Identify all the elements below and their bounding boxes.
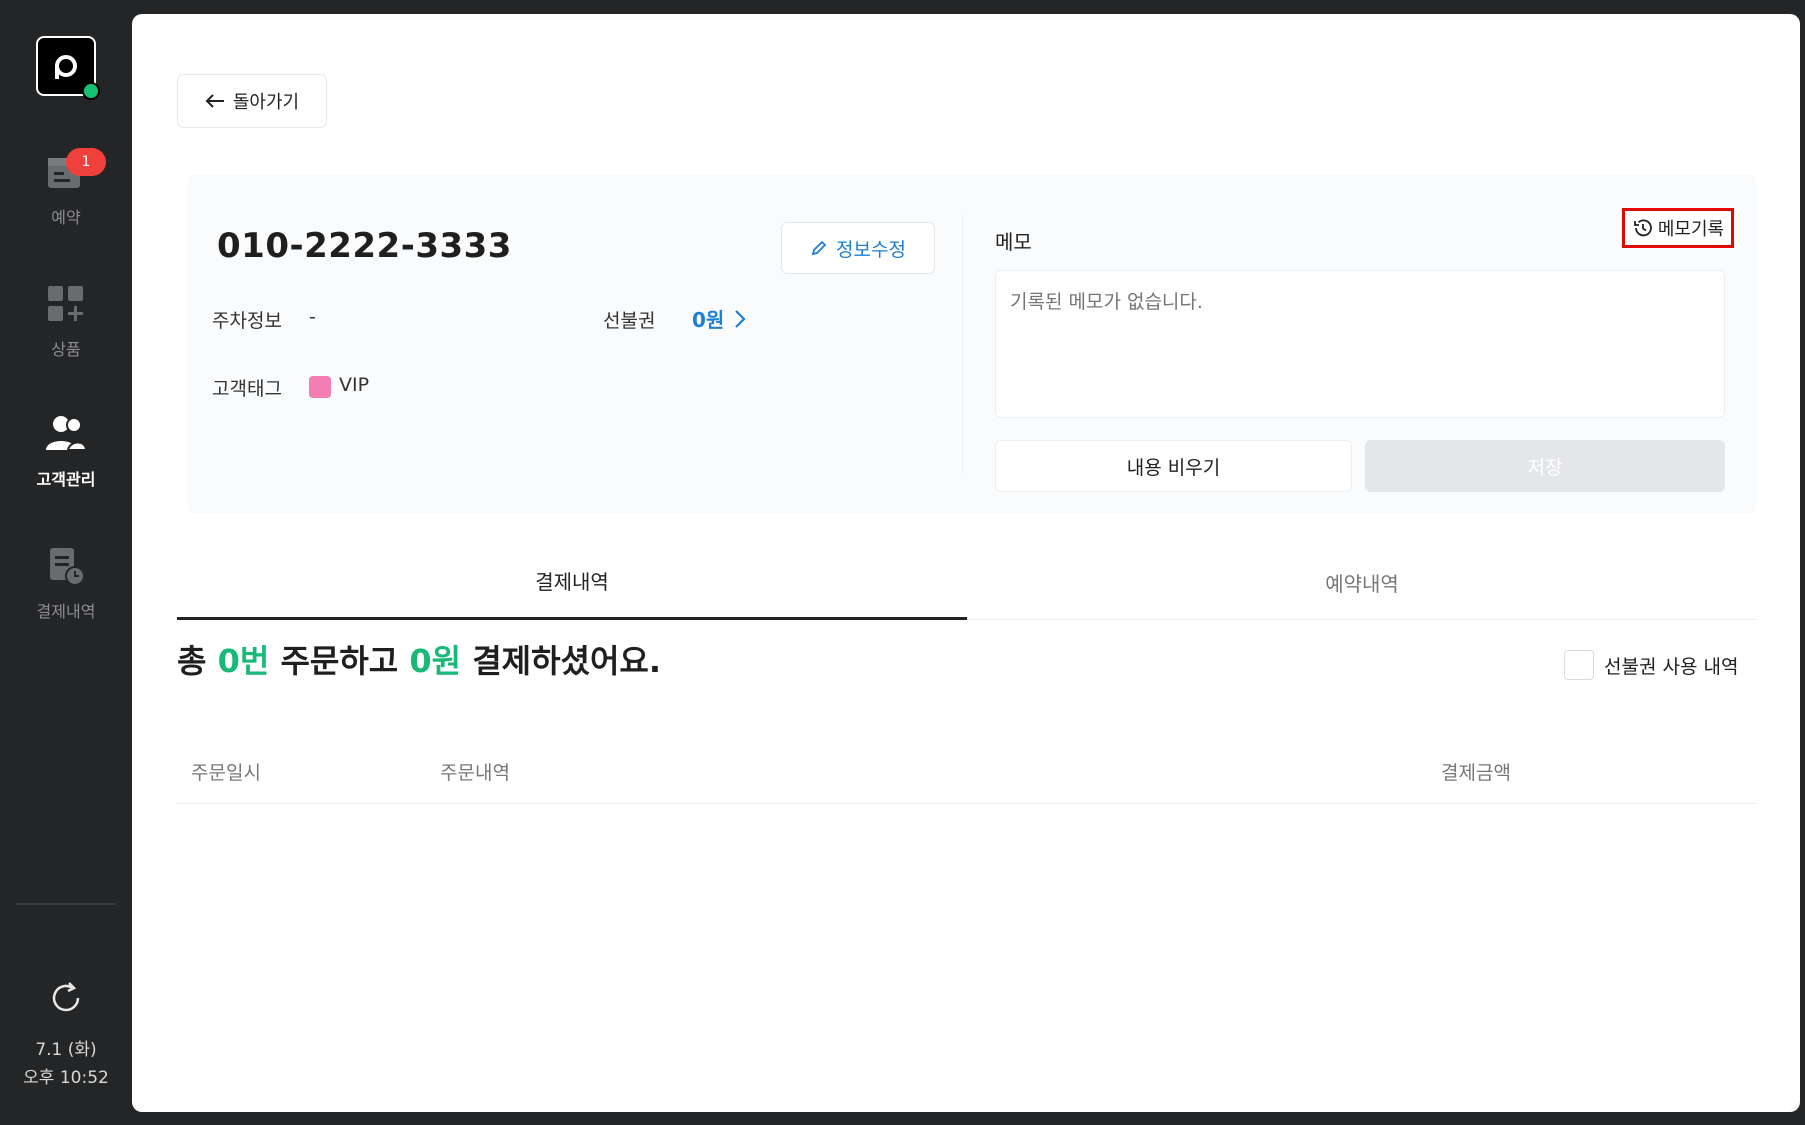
column-header-order-details: 주문내역 xyxy=(440,762,510,784)
prepaid-usage-checkbox[interactable] xyxy=(1564,650,1594,680)
order-summary: 총 0번 주문하고 0원 결제하셨어요. xyxy=(177,636,661,682)
clock-time: 오후 10:52 xyxy=(23,1068,109,1088)
sidebar-item-label: 상품 xyxy=(51,340,81,359)
tab-payment-history[interactable]: 결제내역 xyxy=(177,544,967,620)
clock: 7.1 (화) 오후 10:52 xyxy=(0,1036,132,1092)
column-header-payment-amount: 결제금액 xyxy=(1441,762,1511,784)
sidebar-item-customers[interactable]: 고객관리 xyxy=(0,412,132,490)
parking-label: 주차정보 xyxy=(212,310,282,332)
summary-suffix: 결제하셨어요. xyxy=(472,642,662,680)
back-button[interactable]: 돌아가기 xyxy=(177,74,327,128)
chevron-right-icon xyxy=(735,309,746,328)
prepaid-label: 선불권 xyxy=(603,310,656,332)
edit-info-button[interactable]: 정보수정 xyxy=(781,222,935,274)
prepaid-usage-label: 선불권 사용 내역 xyxy=(1604,655,1739,678)
summary-prefix: 총 xyxy=(177,642,207,680)
customer-phone: 010-2222-3333 xyxy=(217,226,512,266)
prepaid-usage-filter[interactable]: 선불권 사용 내역 xyxy=(1564,650,1738,680)
memo-title: 메모 xyxy=(995,230,1032,254)
sidebar-item-products[interactable]: 상품 xyxy=(0,282,132,360)
users-icon xyxy=(46,416,88,451)
customer-tag-value: VIP xyxy=(339,374,370,396)
prepaid-value: 0원 xyxy=(692,308,725,332)
grid-plus-icon xyxy=(48,286,83,321)
orders-table-header: 주문일시 주문내역 결제금액 xyxy=(177,736,1757,804)
clock-date: 7.1 (화) xyxy=(35,1040,97,1060)
logo-icon xyxy=(55,55,77,79)
notification-badge: 1 xyxy=(66,148,106,176)
save-memo-button[interactable]: 저장 xyxy=(1365,440,1725,492)
memo-history-button[interactable]: 메모기록 xyxy=(1622,208,1734,248)
pencil-icon xyxy=(811,240,827,256)
summary-middle: 주문하고 xyxy=(280,642,399,680)
prepaid-link[interactable]: 0원 xyxy=(692,304,746,333)
tab-reservation-history[interactable]: 예약내역 xyxy=(967,544,1757,620)
online-status-dot xyxy=(82,82,100,100)
clear-memo-button[interactable]: 내용 비우기 xyxy=(995,440,1352,492)
sidebar-divider xyxy=(16,903,116,905)
edit-info-label: 정보수정 xyxy=(836,238,906,261)
history-tabs: 결제내역 예약내역 xyxy=(177,544,1757,620)
customer-tag-label: 고객태그 xyxy=(212,378,282,400)
memo-textarea[interactable] xyxy=(995,270,1725,418)
column-header-order-date: 주문일시 xyxy=(191,762,261,784)
summary-amount: 0원 xyxy=(409,642,462,680)
sidebar-item-payments[interactable]: 결제내역 xyxy=(0,544,132,622)
summary-order-count: 0번 xyxy=(217,642,270,680)
arrow-left-icon xyxy=(205,94,224,108)
refresh-icon[interactable] xyxy=(48,980,84,1016)
sidebar: 예약 1 상품 고객관리 결제내역 7.1 (화) 오후 10:52 xyxy=(0,0,132,1125)
back-button-label: 돌아가기 xyxy=(232,92,300,113)
receipt-clock-icon xyxy=(50,548,85,586)
sidebar-item-label: 고객관리 xyxy=(36,470,96,489)
history-icon xyxy=(1633,219,1652,237)
parking-value: - xyxy=(309,306,316,328)
main-panel: 돌아가기 010-2222-3333 정보수정 주차정보 - 선불권 0원 고객… xyxy=(132,14,1800,1112)
memo-history-label: 메모기록 xyxy=(1657,219,1725,240)
sidebar-item-label: 예약 xyxy=(51,208,81,227)
sidebar-item-label: 결제내역 xyxy=(36,602,96,621)
customer-info-card: 010-2222-3333 정보수정 주차정보 - 선불권 0원 고객태그 VI… xyxy=(187,174,1757,514)
tag-color-swatch xyxy=(309,376,331,398)
card-divider xyxy=(962,214,963,474)
